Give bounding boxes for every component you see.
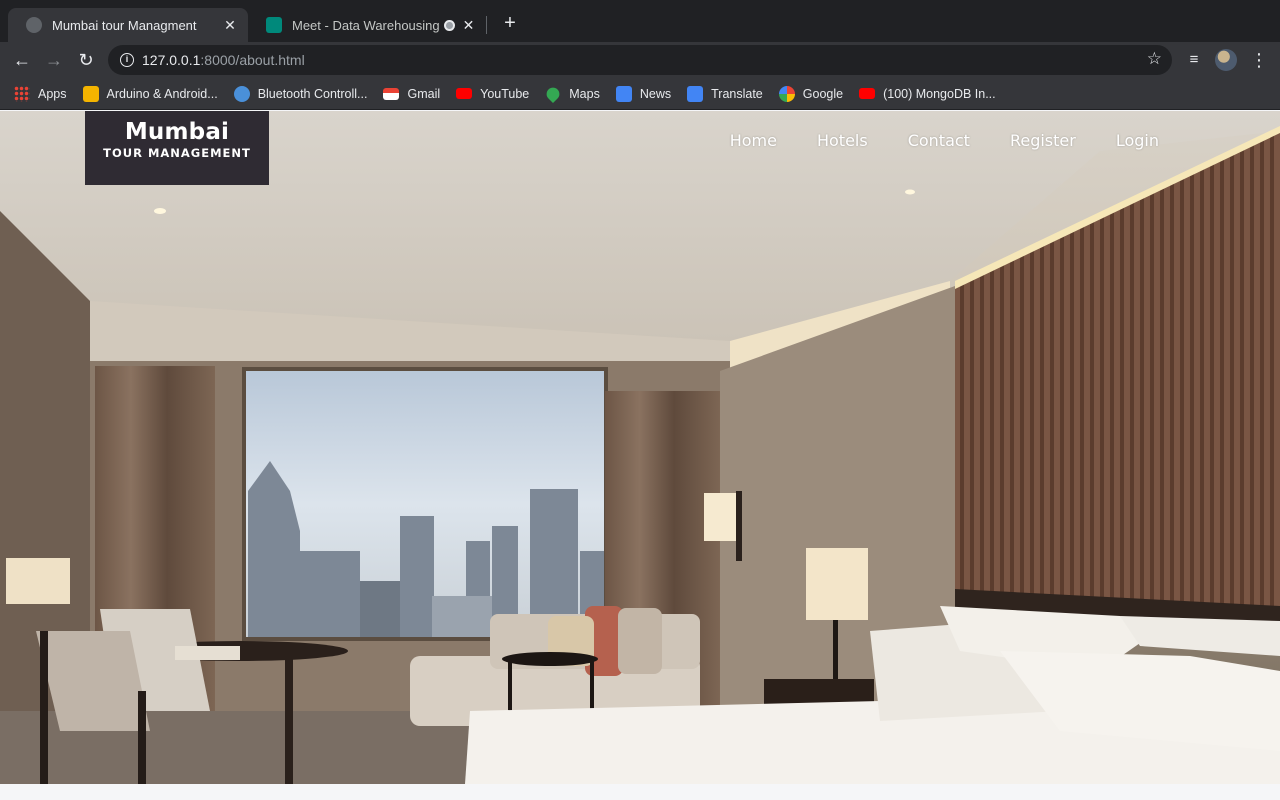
tab-title: Meet - Data Warehousing a — [292, 17, 441, 33]
bookmark-google[interactable]: Google — [778, 85, 844, 102]
bookmark-mongodb[interactable]: (100) MongoDB In... — [859, 87, 996, 101]
close-tab-icon[interactable]: ✕ — [222, 17, 238, 34]
translate-icon — [687, 85, 704, 102]
logo-subtitle: TOUR MANAGEMENT — [103, 146, 251, 160]
bookmark-label: News — [639, 86, 672, 101]
bookmark-label: Google — [802, 86, 844, 101]
hero-hotel-room-image: Mumbai TOUR MANAGEMENT Home Hotels Conta… — [0, 111, 1280, 784]
tab-mumbai-tour[interactable]: Mumbai tour Managment ✕ — [8, 8, 248, 42]
google-icon — [778, 85, 795, 102]
bookmark-youtube[interactable]: YouTube — [456, 87, 529, 101]
back-arrow-icon[interactable]: ← — [10, 48, 34, 72]
bookmark-star-icon[interactable]: ☆ — [1147, 49, 1162, 69]
reload-icon[interactable]: ↻ — [74, 48, 98, 72]
gmail-icon — [383, 87, 400, 100]
apps-grid-icon — [14, 85, 30, 102]
bookmark-maps[interactable]: Maps — [544, 84, 600, 103]
bookmark-gmail[interactable]: Gmail — [383, 87, 440, 101]
url-host: 127.0.0.1 — [142, 52, 201, 68]
bookmark-apps[interactable]: Apps — [14, 85, 67, 102]
globe-icon — [233, 85, 250, 102]
main-nav: Home Hotels Contact Register Login — [690, 131, 1159, 150]
web-page: Mumbai TOUR MANAGEMENT Home Hotels Conta… — [0, 111, 1280, 800]
nav-login-link[interactable]: Login — [1116, 131, 1159, 150]
bookmark-bluetooth[interactable]: Bluetooth Controll... — [233, 85, 368, 102]
close-tab-icon[interactable]: ✕ — [461, 17, 476, 34]
bookmark-label: (100) MongoDB In... — [883, 86, 996, 101]
forward-arrow-icon[interactable]: → — [42, 48, 66, 72]
bookmark-label: Gmail — [407, 86, 441, 101]
new-tab-button[interactable]: + — [498, 11, 522, 35]
youtube-icon — [456, 88, 473, 99]
browser-toolbar: ← → ↻ i 127.0.0.1:8000/about.html ☆ ≡ ⋮ — [0, 42, 1280, 78]
arduino-icon — [82, 85, 99, 102]
bookmark-label: Translate — [711, 86, 763, 101]
menu-kebab-icon[interactable]: ⋮ — [1247, 48, 1271, 72]
site-info-icon[interactable]: i — [120, 53, 134, 67]
globe-favicon-icon — [26, 17, 42, 33]
media-control-icon[interactable]: ≡ — [1182, 48, 1206, 72]
logo-title: Mumbai — [124, 119, 230, 145]
tab-meet[interactable]: Meet - Data Warehousing a ✕ — [248, 8, 486, 42]
nav-home-link[interactable]: Home — [730, 131, 777, 150]
youtube-icon — [859, 88, 876, 99]
nav-contact-link[interactable]: Contact — [908, 131, 970, 150]
meet-favicon-icon — [266, 17, 282, 33]
bookmark-label: Apps — [38, 86, 67, 101]
bookmark-translate[interactable]: Translate — [687, 85, 763, 102]
tab-title: Mumbai tour Managment — [52, 17, 197, 33]
bookmark-news[interactable]: News — [615, 85, 672, 102]
bookmark-label: Maps — [569, 86, 600, 101]
url-path: :8000/about.html — [200, 52, 305, 68]
news-icon — [615, 85, 632, 102]
address-bar[interactable]: i 127.0.0.1:8000/about.html ☆ — [108, 45, 1172, 75]
recording-indicator-icon — [444, 19, 456, 31]
hotel-room-illustration — [0, 111, 1280, 784]
bookmark-arduino[interactable]: Arduino & Android... — [82, 85, 218, 102]
bookmark-label: Arduino & Android... — [106, 86, 218, 101]
bookmark-label: Bluetooth Controll... — [257, 86, 368, 101]
tab-divider — [486, 16, 487, 34]
tab-strip: Mumbai tour Managment ✕ Meet - Data Ware… — [0, 0, 1280, 42]
profile-avatar[interactable] — [1215, 49, 1237, 71]
site-logo[interactable]: Mumbai TOUR MANAGEMENT — [85, 111, 269, 185]
nav-hotels-link[interactable]: Hotels — [817, 131, 868, 150]
bookmarks-bar: Apps Arduino & Android... Bluetooth Cont… — [0, 78, 1280, 110]
nav-register-link[interactable]: Register — [1010, 131, 1076, 150]
bookmark-label: YouTube — [480, 86, 530, 101]
maps-icon — [544, 84, 563, 103]
